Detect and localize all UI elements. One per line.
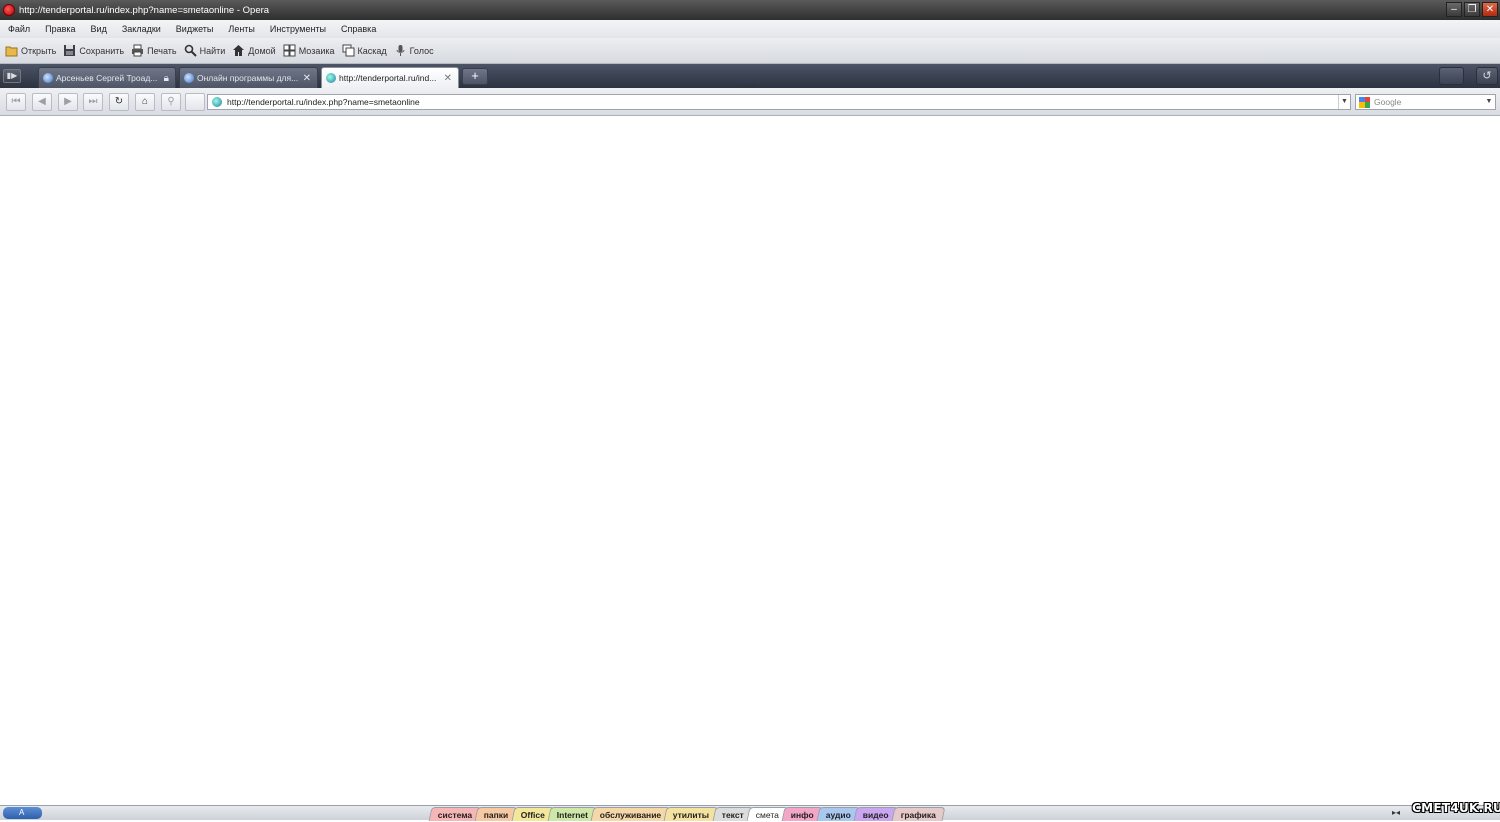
site-favicon-icon [184, 73, 194, 83]
tab-bar-button[interactable] [1439, 67, 1464, 85]
print-button[interactable]: Печать [131, 44, 177, 57]
tray-arrow-icon[interactable]: ▸◂ [1392, 808, 1400, 817]
google-icon [1359, 96, 1370, 108]
minimize-button[interactable]: – [1446, 2, 1462, 17]
folder-icon [5, 46, 18, 57]
tile-label: Мозаика [298, 45, 335, 56]
home-icon [233, 45, 245, 56]
reload-icon: ↻ [114, 96, 124, 107]
cascade-button[interactable]: Каскад [342, 44, 387, 57]
open-label: Открыть [21, 45, 57, 56]
close-tab-icon[interactable]: ✕ [444, 73, 452, 84]
floppy-icon [64, 45, 76, 56]
fast-forward-icon: ⏭ [88, 96, 98, 107]
globe-icon [212, 97, 222, 107]
find-button[interactable]: Найти [184, 44, 226, 57]
opera-logo-icon [3, 4, 15, 16]
print-label: Печать [147, 45, 177, 56]
back-button[interactable]: ◀ [32, 93, 52, 111]
tab-2-label: Онлайн программы для... [197, 73, 299, 83]
wand-button[interactable]: ⚲ [161, 93, 181, 111]
menu-view[interactable]: Вид [91, 24, 107, 34]
page-content [0, 117, 1500, 805]
url-text: http://tenderportal.ru/index.php?name=sm… [227, 97, 420, 107]
new-tab-button[interactable]: + [462, 68, 488, 85]
quick-launch-tabs: система папки Office Internet обслуживание ут… [428, 807, 946, 821]
site-favicon-icon [43, 73, 53, 83]
open-button[interactable]: Открыть [5, 44, 56, 57]
closed-tabs-button[interactable]: ↺ [1476, 67, 1498, 85]
globe-icon [326, 73, 336, 83]
language-button[interactable]: A [3, 807, 42, 819]
lock-icon: 🔒︎ [163, 72, 169, 84]
tab-2[interactable]: Онлайн программы для... ✕ [179, 67, 318, 88]
cascade-label: Каскад [357, 45, 387, 56]
save-button[interactable]: Сохранить [63, 44, 124, 57]
rewind-button[interactable]: ⏮ [6, 93, 26, 111]
tab-1-label: Арсеньев Сергей Троад... [56, 73, 158, 83]
forward-button[interactable]: ▶ [58, 93, 78, 111]
rewind-icon: ⏮ [11, 96, 21, 107]
printer-icon [132, 44, 144, 57]
menu-file[interactable]: Файл [8, 24, 30, 34]
tile-icon [283, 44, 296, 57]
taskbar: A система папки Office Internet обслуживание… [0, 805, 1500, 821]
title-bar: http://tenderportal.ru/index.php?name=sm… [0, 0, 1500, 20]
back-arrow-icon: ◀ [38, 96, 46, 107]
panel-toggle-button[interactable]: ▮▶ [3, 69, 21, 83]
menu-bookmarks[interactable]: Закладки [122, 24, 161, 34]
home-button[interactable]: Домой [232, 44, 276, 57]
quick-launch-tab-11[interactable]: графика [891, 807, 946, 821]
quick-launch-tab-5[interactable]: утилиты [663, 807, 720, 821]
tab-3-active[interactable]: http://tenderportal.ru/ind... ✕ [321, 67, 459, 88]
tab-3-label: http://tenderportal.ru/ind... [339, 73, 437, 83]
tile-button[interactable]: Мозаика [283, 44, 335, 57]
save-label: Сохранить [79, 45, 125, 56]
main-toolbar: Открыть Сохранить Печать Найти Домой Моз… [0, 38, 1500, 64]
home-icon: ⌂ [141, 96, 149, 107]
address-toolbar: ⏮ ◀ ▶ ⏭ ↻ ⌂ ⚲ http://tenderportal.ru/ind… [0, 88, 1500, 116]
window-controls: – ❐ ✕ [1446, 2, 1498, 17]
close-tab-icon[interactable]: ✕ [303, 73, 311, 84]
menu-widgets[interactable]: Виджеты [176, 24, 214, 34]
cascade-icon [342, 44, 354, 57]
home-nav-button[interactable]: ⌂ [135, 93, 155, 111]
microphone-icon [396, 45, 405, 56]
reload-button[interactable]: ↻ [109, 93, 129, 111]
search-placeholder: Google [1374, 97, 1402, 107]
find-label: Найти [199, 45, 226, 56]
restore-button[interactable]: ❐ [1464, 2, 1480, 17]
quick-launch-tab-4[interactable]: обслуживание [590, 807, 671, 821]
window-title: http://tenderportal.ru/index.php?name=sm… [19, 4, 270, 16]
chevron-down-icon[interactable]: ▼ [1338, 95, 1350, 109]
watermark: СМЕТ4UK.RU [1412, 801, 1500, 815]
fast-forward-button[interactable]: ⏭ [83, 93, 103, 111]
chevron-down-icon[interactable]: ▼ [1483, 95, 1495, 109]
close-button[interactable]: ✕ [1482, 2, 1498, 17]
voice-button[interactable]: Голос [394, 44, 434, 57]
menu-help[interactable]: Справка [341, 24, 376, 34]
menu-tools[interactable]: Инструменты [270, 24, 326, 34]
search-input[interactable]: Google ▼ [1355, 94, 1496, 110]
magnifier-icon [184, 44, 197, 57]
key-icon: ⚲ [167, 96, 175, 107]
tab-1[interactable]: Арсеньев Сергей Троад... 🔒︎ [38, 67, 176, 88]
address-field[interactable]: http://tenderportal.ru/index.php?name=sm… [207, 94, 1351, 110]
home-label: Домой [248, 45, 276, 56]
menu-bar: Файл Правка Вид Закладки Виджеты Ленты И… [0, 20, 1500, 38]
menu-edit[interactable]: Правка [45, 24, 75, 34]
voice-label: Голос [409, 45, 434, 56]
menu-feeds[interactable]: Ленты [228, 24, 254, 34]
language-label: A [19, 808, 25, 817]
forward-arrow-icon: ▶ [64, 96, 72, 107]
blank-button[interactable] [185, 93, 205, 111]
